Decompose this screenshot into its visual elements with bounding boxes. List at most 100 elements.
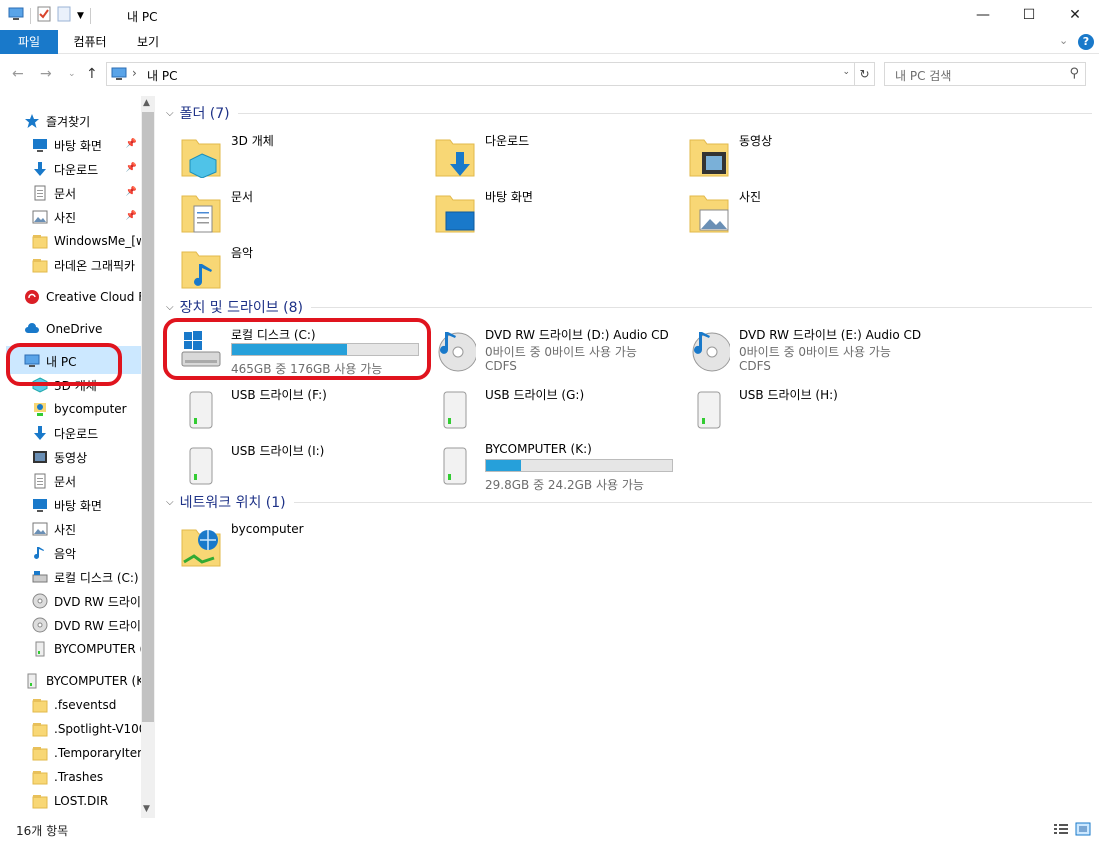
pictures-icon bbox=[32, 521, 48, 537]
large-icons-view-icon[interactable] bbox=[1075, 822, 1091, 836]
scroll-down-icon[interactable]: ▼ bbox=[143, 804, 150, 814]
title-bar: ▼ 내 PC — ☐ ✕ bbox=[0, 0, 1099, 30]
pin-icon[interactable]: 📌 bbox=[126, 163, 137, 173]
scroll-thumb[interactable] bbox=[142, 112, 154, 722]
music-folder-icon bbox=[180, 244, 222, 290]
sidebar-item[interactable]: 즐겨찾기 bbox=[24, 110, 141, 132]
tile-label: 바탕 화면 bbox=[485, 190, 533, 204]
sidebar-item[interactable]: bycomputer bbox=[32, 398, 141, 420]
drive-tile[interactable]: USB 드라이브 (G:) bbox=[416, 384, 666, 434]
pin-icon[interactable]: 📌 bbox=[126, 211, 137, 221]
group-drives[interactable]: ⌵ 장치 및 드라이브 (8) bbox=[162, 297, 1092, 317]
folder-icon bbox=[32, 793, 48, 809]
drive-tile[interactable]: USB 드라이브 (F:) bbox=[162, 384, 412, 434]
folder-tile[interactable]: 다운로드 bbox=[416, 130, 666, 180]
tab-computer[interactable]: 컴퓨터 bbox=[62, 30, 118, 54]
usb-drive-icon bbox=[180, 442, 222, 488]
address-dropdown-icon[interactable]: ⌄ bbox=[842, 67, 850, 77]
divider bbox=[89, 7, 91, 24]
sidebar-item[interactable]: 문서 bbox=[32, 470, 141, 492]
dvd-music-icon bbox=[434, 326, 478, 372]
sidebar-item[interactable]: DVD RW 드라이 bbox=[32, 614, 141, 636]
sidebar-item-label: 라데온 그래픽카 bbox=[54, 258, 136, 273]
minimize-icon: — bbox=[976, 7, 990, 23]
sidebar-item[interactable]: .Trashes bbox=[32, 766, 141, 788]
details-view-icon[interactable] bbox=[1053, 822, 1069, 836]
folder-icon bbox=[32, 721, 48, 737]
drive-tile[interactable]: BYCOMPUTER (K:) 29.8GB 중 24.2GB 사용 가능 bbox=[416, 440, 673, 492]
sidebar-item[interactable]: OneDrive bbox=[24, 318, 141, 340]
nav-scrollbar[interactable]: ▲ ▼ bbox=[141, 96, 155, 818]
cube-folder-icon bbox=[180, 132, 222, 179]
sidebar-item[interactable]: WindowsMe_[w bbox=[32, 230, 141, 252]
sidebar-item-label: .TemporaryItems bbox=[54, 746, 141, 760]
pictures-folder-icon bbox=[688, 188, 730, 234]
folder-tile[interactable]: 3D 개체 bbox=[162, 130, 412, 180]
search-input[interactable]: 내 PC 검색 bbox=[895, 67, 951, 84]
pin-icon[interactable]: 📌 bbox=[126, 187, 137, 197]
address-bar[interactable]: › 내 PC ⌄ bbox=[106, 62, 855, 86]
tab-file[interactable]: 파일 bbox=[0, 30, 58, 54]
sidebar-item[interactable]: 바탕 화면 bbox=[32, 494, 141, 516]
sidebar-item[interactable]: .TemporaryItems bbox=[32, 742, 141, 764]
sidebar-item[interactable]: 바탕 화면 📌 bbox=[32, 134, 141, 156]
folder-tile[interactable]: 문서 bbox=[162, 186, 412, 236]
close-button[interactable]: ✕ bbox=[1052, 0, 1098, 30]
drive-tile[interactable]: DVD RW 드라이브 (E:) Audio CD 0바이트 중 0바이트 사용 … bbox=[670, 324, 921, 374]
sidebar-item-label: WindowsMe_[w bbox=[54, 234, 141, 248]
back-arrow-icon[interactable]: ← bbox=[12, 66, 24, 82]
tile-label: DVD RW 드라이브 (D:) Audio CD bbox=[485, 328, 669, 342]
pin-icon[interactable]: 📌 bbox=[126, 139, 137, 149]
sidebar-item[interactable]: 음악 bbox=[32, 542, 141, 564]
computer-icon bbox=[8, 7, 24, 24]
document-icon bbox=[32, 473, 48, 489]
folder-tile[interactable]: 바탕 화면 bbox=[416, 186, 666, 236]
sidebar-item[interactable]: .Spotlight-V100 bbox=[32, 718, 141, 740]
maximize-button[interactable]: ☐ bbox=[1006, 0, 1052, 30]
drive-tile[interactable]: USB 드라이브 (H:) bbox=[670, 384, 920, 434]
folder-tile[interactable]: 음악 bbox=[162, 242, 412, 292]
sidebar-item[interactable]: 동영상 bbox=[32, 446, 141, 468]
group-network[interactable]: ⌵ 네트워크 위치 (1) bbox=[162, 492, 1092, 512]
sidebar-item[interactable]: LOST.DIR bbox=[32, 790, 141, 812]
sidebar-item[interactable]: 다운로드 📌 bbox=[32, 158, 141, 180]
sidebar-item[interactable]: Creative Cloud Fi bbox=[24, 286, 141, 308]
sidebar-item[interactable]: 다운로드 bbox=[32, 422, 141, 444]
new-folder-icon[interactable] bbox=[57, 6, 71, 25]
sidebar-item[interactable]: .fseventsd bbox=[32, 694, 141, 716]
drive-tile[interactable]: USB 드라이브 (I:) bbox=[162, 440, 412, 490]
refresh-button[interactable]: ↻ bbox=[855, 62, 875, 86]
sidebar-item[interactable]: 라데온 그래픽카 bbox=[32, 254, 141, 276]
up-arrow-icon[interactable]: ↑ bbox=[86, 66, 98, 82]
drive-tile[interactable]: DVD RW 드라이브 (D:) Audio CD 0바이트 중 0바이트 사용 … bbox=[416, 324, 669, 374]
search-box[interactable]: 내 PC 검색 ⚲ bbox=[884, 62, 1086, 86]
capacity-bar bbox=[485, 459, 673, 472]
help-icon[interactable]: ? bbox=[1078, 34, 1094, 50]
item-count: 16개 항목 bbox=[16, 824, 69, 838]
properties-icon[interactable] bbox=[37, 6, 51, 25]
scroll-up-icon[interactable]: ▲ bbox=[143, 98, 150, 108]
sidebar-item[interactable]: DVD RW 드라이 bbox=[32, 590, 141, 612]
tab-view[interactable]: 보기 bbox=[124, 30, 172, 54]
sidebar-item[interactable]: BYCOMPUTER ( bbox=[32, 638, 141, 660]
sidebar-item[interactable]: 사진 📌 bbox=[32, 206, 141, 228]
search-icon[interactable]: ⚲ bbox=[1069, 66, 1079, 81]
ribbon-expand-icon[interactable]: ⌄ bbox=[1059, 34, 1068, 47]
recent-dropdown-icon[interactable]: ⌄ bbox=[68, 69, 76, 79]
folder-tile[interactable]: 동영상 bbox=[670, 130, 920, 180]
sidebar-item[interactable]: BYCOMPUTER (K: bbox=[24, 670, 141, 692]
tile-label: USB 드라이브 (H:) bbox=[739, 388, 838, 402]
network-tile[interactable]: bycomputer bbox=[162, 520, 412, 570]
customize-dropdown-icon[interactable]: ▼ bbox=[77, 11, 84, 21]
sidebar-item[interactable]: 문서 📌 bbox=[32, 182, 141, 204]
minimize-button[interactable]: — bbox=[960, 0, 1006, 30]
breadcrumb-current[interactable]: 내 PC bbox=[147, 67, 177, 84]
window-title: 내 PC bbox=[127, 10, 158, 24]
star-icon bbox=[24, 113, 40, 129]
divider bbox=[310, 306, 1092, 308]
sidebar-item[interactable]: 로컬 디스크 (C:) bbox=[32, 566, 141, 588]
sidebar-item[interactable]: 사진 bbox=[32, 518, 141, 540]
forward-arrow-icon[interactable]: → bbox=[40, 66, 52, 82]
group-folders[interactable]: ⌵ 폴더 (7) bbox=[162, 103, 1092, 123]
folder-tile[interactable]: 사진 bbox=[670, 186, 920, 236]
